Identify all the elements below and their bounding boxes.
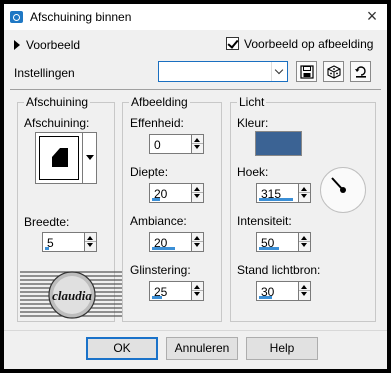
width-fill-bar (45, 247, 49, 250)
reset-button[interactable] (350, 61, 371, 82)
image-group-title: Afbeelding (129, 95, 190, 109)
reset-arrow-icon (355, 66, 366, 78)
shininess-label: Glinstering: (130, 263, 191, 277)
spinner-arrows[interactable] (298, 184, 310, 202)
light-group-title: Licht (237, 95, 267, 109)
smoothness-label: Effenheid: (130, 116, 184, 130)
angle-needle-icon (331, 177, 346, 193)
bevel-shape-picker[interactable] (35, 132, 97, 184)
ambience-label: Ambiance: (130, 214, 187, 228)
depth-label: Diepte: (130, 165, 169, 179)
watermark-image: claudia (20, 269, 122, 321)
svg-text:claudia: claudia (52, 288, 92, 303)
shininess-spinner[interactable]: 25 (149, 281, 204, 301)
light-color-swatch[interactable] (255, 131, 302, 156)
smoothness-value[interactable]: 0 (154, 138, 161, 152)
shininess-fill-bar (152, 296, 162, 299)
ambience-spinner[interactable]: 20 (149, 232, 204, 252)
chevron-down-icon[interactable] (271, 62, 287, 81)
expand-triangle-icon (14, 40, 20, 50)
app-camera-icon (10, 11, 23, 23)
intensity-label: Intensiteit: (237, 214, 292, 228)
elevation-spinner[interactable]: 30 (256, 281, 311, 301)
spinner-arrows[interactable] (84, 233, 96, 251)
random-button[interactable] (323, 61, 344, 82)
spinner-arrows[interactable] (191, 184, 203, 202)
color-label: Kleur: (237, 116, 269, 130)
bevel-label: Afschuining: (24, 116, 90, 130)
depth-spinner[interactable]: 20 (149, 183, 204, 203)
preview-on-image-label: Voorbeeld op afbeelding (244, 37, 374, 51)
angle-label: Hoek: (237, 165, 269, 179)
width-spinner[interactable]: 5 (42, 232, 97, 252)
preview-expander[interactable]: Voorbeeld (14, 38, 80, 52)
settings-dropdown[interactable] (158, 61, 288, 82)
spinner-arrows[interactable] (298, 282, 310, 300)
settings-label: Instellingen (14, 66, 75, 80)
angle-dial[interactable] (320, 167, 366, 213)
angle-spinner[interactable]: 315 (256, 183, 311, 203)
bevel-group-title: Afschuining (24, 95, 91, 109)
window-title: Afschuining binnen (30, 10, 132, 24)
save-preset-button[interactable] (296, 61, 317, 82)
angle-fill-bar (259, 198, 293, 201)
chevron-down-icon[interactable] (82, 133, 96, 183)
preview-on-image-checkbox[interactable]: Voorbeeld op afbeelding (226, 37, 373, 51)
elevation-label: Stand lichtbron: (237, 263, 321, 277)
title-bar: Afschuining binnen × (4, 4, 387, 30)
spinner-arrows[interactable] (191, 282, 203, 300)
bevel-shape-icon (52, 148, 68, 167)
cancel-button[interactable]: Annuleren (166, 337, 238, 360)
spinner-arrows[interactable] (191, 233, 203, 251)
dice-icon (327, 65, 341, 79)
close-button[interactable]: × (363, 7, 381, 26)
ok-button[interactable]: OK (86, 337, 158, 360)
width-label: Breedte: (24, 215, 70, 229)
depth-fill-bar (152, 198, 160, 201)
window-frame: Afschuining binnen × Voorbeeld Voorbeeld… (0, 0, 391, 373)
elevation-fill-bar (259, 296, 272, 299)
bevel-shape-preview (39, 136, 79, 180)
help-button[interactable]: Help (246, 337, 318, 360)
ambience-fill-bar (152, 247, 175, 250)
intensity-spinner[interactable]: 50 (256, 232, 311, 252)
smoothness-spinner[interactable]: 0 (149, 134, 204, 154)
floppy-disk-icon (300, 65, 314, 79)
spinner-arrows[interactable] (191, 135, 203, 153)
preview-expander-label: Voorbeeld (26, 38, 81, 52)
dialog-window: Afschuining binnen × Voorbeeld Voorbeeld… (4, 4, 387, 369)
intensity-fill-bar (259, 247, 279, 250)
claudia-watermark-logo: claudia (20, 271, 122, 319)
spinner-arrows[interactable] (298, 233, 310, 251)
footer-divider (4, 330, 387, 331)
checkbox-checked-icon (226, 37, 239, 50)
